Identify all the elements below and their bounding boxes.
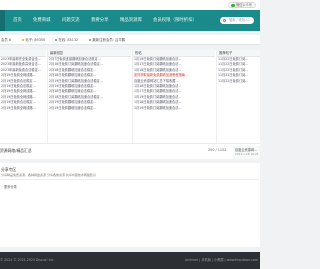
- share-card: 分享专区 分享精品免费资源，各种网盘资源 分享各类资源 共享内容技术网络知识 更…: [0, 163, 260, 247]
- stat-posts: 帖子: 89350: [22, 35, 45, 45]
- main-nav: 首页 免费商城 问题交流 我要分享 精品资源库 会员权限（限时折扣） 搜索 / …: [0, 10, 260, 31]
- board-card: 资源网络/精品汇总 200 / 1102 百度云资源网... 2023-1-28…: [0, 143, 260, 159]
- search-icon: [223, 18, 227, 22]
- stat-members: 会员 6: [1, 38, 12, 42]
- wechat-icon: [230, 4, 235, 8]
- nav-item-free-mall[interactable]: 免费商城: [33, 10, 51, 31]
- more-categories-link[interactable]: 更多分类: [4, 184, 17, 189]
- column-header: 最新回复: [48, 50, 131, 57]
- thread-link[interactable]: 2月19日免费全网线路...: [0, 106, 46, 111]
- footer: © 2024 © 2021-2023 Discuz! Inc. Archiver…: [0, 252, 260, 269]
- nav-item-questions[interactable]: 问题交流: [62, 10, 80, 31]
- column-header: [0, 50, 46, 57]
- thread-link[interactable]: 2月19日免费翻墙加速合法稳定...: [48, 106, 131, 111]
- column-latest-replies: 最新回复 2月7日免费连接翻墙加速合法稳定... 2月18日免费订阅翻墙加速合法稳…: [47, 50, 131, 143]
- thread-link[interactable]: 2023年最新免费高效合法...: [0, 62, 46, 67]
- footer-links[interactable]: Archiver | 手机版 | 小黑屋 | www.tmpdown.com: [185, 252, 258, 269]
- nav-item-resources[interactable]: 精品资源库: [120, 10, 142, 31]
- search-placeholder: 搜索 / 添加入...: [229, 18, 252, 22]
- thread-link[interactable]: 1月19日免费订阅翻墙加速合法...: [133, 106, 215, 111]
- board-last-post[interactable]: 百度云资源网... 2023-1-28 10:24: [233, 145, 260, 159]
- thread-link[interactable]: 11月22日免费订阅...: [217, 79, 260, 84]
- divider: [1, 179, 259, 180]
- nav-item-share[interactable]: 我要分享: [91, 10, 109, 31]
- column-new-threads: 2023年最新完全免费合法... 2023年最新免费高效合法... 2023年最新免…: [0, 50, 46, 143]
- nav-item-home[interactable]: 首页: [13, 10, 22, 31]
- logo[interactable]: [0, 10, 5, 31]
- search-box[interactable]: 搜索 / 添加入...: [220, 17, 254, 24]
- column-header: 推荐帖子: [217, 50, 260, 57]
- footer-copyright: © 2024 © 2021-2023 Discuz! Inc.: [0, 258, 55, 262]
- board-title[interactable]: 资源网络/精品汇总: [0, 148, 32, 154]
- column-hot-threads: 热帖 1月19日免费订阅翻墙加速合法... 1月17日免费订阅翻墙加速合法... 1…: [132, 50, 215, 143]
- wechat-button[interactable]: 微信公众号: [228, 2, 256, 8]
- stat-online: 在线: 85132: [55, 35, 78, 45]
- wechat-label: 微信公众号: [236, 3, 252, 7]
- share-description: 分享精品免费资源，各种网盘资源 分享各类资源 共享内容技术网络知识: [1, 173, 96, 177]
- stats-bar: 会员 6 帖子: 89350 在线: 85132 最新注册会员: 吕华鹏: [0, 35, 260, 45]
- column-recommended: 推荐帖子 11月22日免费订阅... 11月22日免费订阅... 11月22日免费订…: [216, 50, 260, 143]
- last-post-date: 2023-1-28 10:24: [235, 152, 259, 156]
- column-header: 热帖: [133, 50, 215, 57]
- board-count: 200 / 1102: [208, 148, 227, 152]
- thread-panel: 2023年最新完全免费合法... 2023年最新免费高效合法... 2023年最新免…: [0, 50, 260, 143]
- top-bar: 微信公众号: [0, 0, 260, 10]
- stat-newest-member[interactable]: 最新注册会员: 吕华鹏: [89, 35, 125, 45]
- nav-item-membership[interactable]: 会员权限（限时折扣）: [153, 10, 197, 31]
